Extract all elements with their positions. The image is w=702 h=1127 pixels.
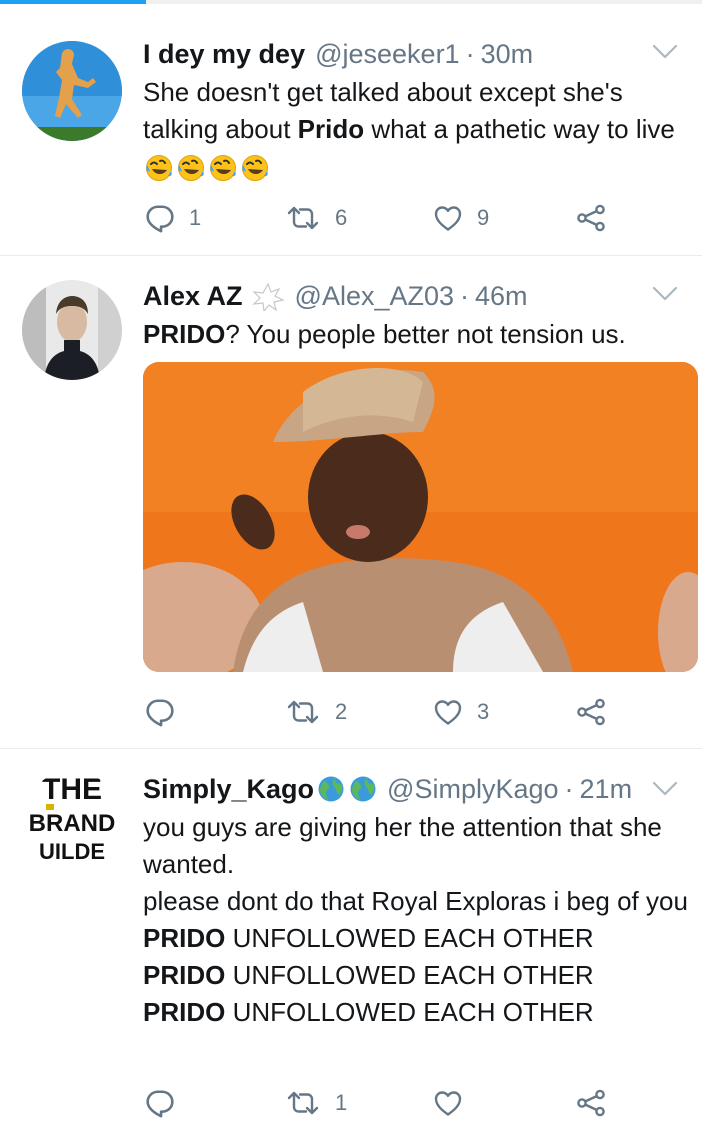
retweet-button[interactable]: 2 [285, 692, 347, 732]
tweet-actions: 2 3 [143, 692, 613, 732]
chevron-down-icon[interactable] [652, 779, 678, 799]
retweet-count: 1 [335, 1090, 348, 1115]
like-count: 3 [477, 699, 490, 724]
user-handle[interactable]: @jeseeker1 [315, 36, 459, 72]
share-button[interactable] [575, 692, 607, 732]
like-button[interactable]: 3 [433, 692, 489, 732]
like-icon [433, 698, 463, 726]
like-icon [433, 1089, 463, 1117]
sparkle-icon [251, 282, 285, 311]
share-button[interactable] [575, 1083, 607, 1123]
retweet-icon [285, 204, 321, 232]
svg-text:BRAND: BRAND [29, 810, 116, 837]
tweet-text-line: PRIDO UNFOLLOWED EACH OTHER [143, 997, 594, 1027]
reply-button[interactable] [145, 1083, 189, 1123]
display-name[interactable]: I dey my dey [143, 36, 305, 72]
tweet-actions: 1 [143, 1083, 613, 1123]
chevron-down-icon[interactable] [652, 284, 678, 304]
tweet-text-line: please dont do that Royal Exploras i beg… [143, 886, 688, 916]
share-icon [575, 1089, 607, 1117]
svg-text:THE: THE [42, 773, 102, 806]
tab-indicator-bar [0, 0, 702, 4]
timestamp[interactable]: 46m [475, 278, 528, 314]
chevron-down-icon[interactable] [652, 42, 678, 62]
rolling-on-floor-laughing-emoji [145, 154, 173, 182]
tweet[interactable]: I dey my dey @jeseeker1 · 30m She doesn'… [0, 18, 702, 254]
like-button[interactable] [433, 1083, 477, 1123]
tweet-text: you guys are giving her the attention th… [143, 809, 688, 1031]
reply-icon [145, 697, 175, 727]
globe-emoji [317, 775, 345, 803]
svg-text:UILDE: UILDE [39, 839, 105, 864]
share-button[interactable] [575, 198, 607, 238]
tweet-header: I dey my dey @jeseeker1 · 30m [143, 36, 688, 72]
timestamp[interactable]: 30m [481, 36, 534, 72]
share-icon [575, 698, 607, 726]
tweet-text: PRIDO? You people better not tension us. [143, 319, 626, 349]
brand-builder-logo: THE BRAND UILDE [22, 771, 122, 871]
globe-emoji [349, 775, 377, 803]
timestamp[interactable]: 21m [580, 771, 633, 807]
retweet-icon [285, 698, 321, 726]
rolling-on-floor-laughing-emoji [209, 154, 237, 182]
like-count: 9 [477, 205, 490, 230]
avatar[interactable]: THE BRAND UILDE [22, 771, 122, 871]
retweet-button[interactable]: 6 [285, 198, 347, 238]
tweet-header: Simply_Kago @SimplyKago · 21m [143, 771, 688, 807]
user-handle[interactable]: @SimplyKago [387, 771, 558, 807]
retweet-count: 2 [335, 699, 348, 724]
rolling-on-floor-laughing-emoji [241, 154, 269, 182]
retweet-icon [285, 1089, 321, 1117]
like-button[interactable]: 9 [433, 198, 489, 238]
tweet-media-image[interactable] [143, 362, 698, 672]
tweet-text: She doesn't get talked about except she'… [143, 74, 688, 185]
active-tab-indicator [0, 0, 146, 4]
retweet-count: 6 [335, 205, 348, 230]
tweet-actions: 1 6 9 [143, 198, 613, 238]
reply-button[interactable] [145, 692, 189, 732]
rolling-on-floor-laughing-emoji [177, 154, 205, 182]
reply-button[interactable]: 1 [145, 198, 201, 238]
like-icon [433, 204, 463, 232]
share-icon [575, 204, 607, 232]
retweet-button[interactable]: 1 [285, 1083, 347, 1123]
user-handle[interactable]: @Alex_AZ03 [295, 278, 454, 314]
tweet[interactable]: Alex AZ @Alex_AZ03 · 46m PRIDO? You peop… [0, 256, 702, 748]
separator: · [465, 39, 475, 69]
separator: · [460, 281, 470, 311]
tweet-text-line: you guys are giving her the attention th… [143, 812, 662, 879]
reply-icon [145, 1088, 175, 1118]
tweet-text-line: PRIDO UNFOLLOWED EACH OTHER [143, 960, 594, 990]
hashtag-name: PRIDO [143, 319, 226, 349]
avatar[interactable] [22, 280, 122, 380]
reply-icon [145, 203, 175, 233]
tweet[interactable]: THE BRAND UILDE Simply_Kago @SimplyKago … [0, 749, 702, 1127]
hashtag-name: Prido [297, 114, 365, 144]
separator: · [564, 774, 574, 804]
reply-count: 1 [189, 205, 202, 230]
display-name[interactable]: Alex AZ [143, 278, 243, 314]
tweet-header: Alex AZ @Alex_AZ03 · 46m [143, 278, 688, 314]
display-name[interactable]: Simply_Kago [143, 771, 314, 807]
avatar[interactable] [22, 41, 122, 141]
tweet-text-line: PRIDO UNFOLLOWED EACH OTHER [143, 923, 594, 953]
